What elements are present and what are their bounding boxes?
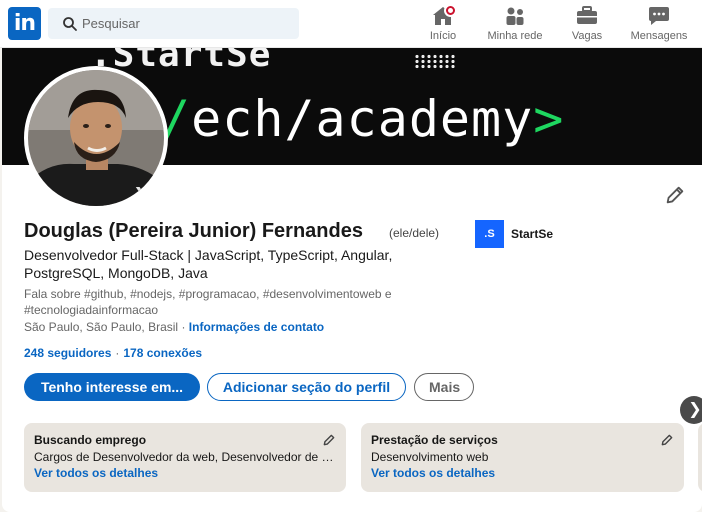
nav-messages-label: Mensagens — [630, 30, 688, 42]
add-profile-section-button[interactable]: Adicionar seção do perfil — [207, 373, 406, 401]
company-logo: .S — [475, 220, 504, 248]
nav-my-network-label: Minha rede — [487, 30, 543, 42]
location-separator: · — [178, 320, 189, 334]
cover-suffix: > — [533, 90, 565, 148]
providing-services-card: Prestação de serviços Desenvolvimento we… — [361, 423, 684, 492]
profile-pronouns: (ele/dele) — [389, 226, 440, 240]
nav-home[interactable]: Início — [418, 4, 468, 44]
profile-card: .StartSe /ech/academy> Y Douglas (Pereir… — [2, 48, 702, 512]
notification-badge — [444, 4, 457, 17]
avatar-photo: Y — [28, 70, 164, 206]
cover-academy-text: /ech/academy> — [160, 90, 564, 148]
open-to-work-text: Cargos de Desenvolvedor da web, Desenvol… — [34, 450, 336, 464]
providing-services-title: Prestação de serviços — [371, 433, 498, 447]
edit-services-pencil-icon[interactable] — [660, 433, 674, 447]
profile-talks-about: Fala sobre #github, #nodejs, #programaca… — [24, 287, 392, 317]
svg-text:Y: Y — [135, 184, 150, 205]
next-info-card-peek — [698, 423, 702, 492]
open-to-work-details-link[interactable]: Ver todos os detalhes — [34, 466, 158, 480]
nav-messages[interactable]: Mensagens — [628, 4, 690, 44]
open-to-button[interactable]: Tenho interesse em... — [24, 373, 200, 401]
search-icon — [63, 17, 77, 31]
nav-my-network[interactable]: Minha rede — [484, 4, 546, 44]
message-icon — [649, 7, 669, 25]
nav-jobs[interactable]: Vagas — [562, 4, 612, 44]
open-to-work-title: Buscando emprego — [34, 433, 147, 447]
briefcase-icon — [577, 6, 597, 24]
profile-avatar[interactable]: Y — [24, 66, 168, 210]
providing-services-text: Desenvolvimento web — [371, 450, 489, 464]
profile-network-row: 248 seguidores · 178 conexões — [24, 346, 202, 360]
people-icon — [506, 7, 524, 25]
connections-link[interactable]: 178 conexões — [123, 346, 202, 360]
top-nav: in Início Minha rede Vagas — [0, 0, 702, 48]
profile-location: São Paulo, São Paulo, Brasil — [24, 320, 179, 334]
followers-link[interactable]: 248 seguidores — [24, 346, 111, 360]
current-company[interactable]: .S StartSe — [475, 220, 553, 248]
open-to-work-card: Buscando emprego Cargos de Desenvolvedor… — [24, 423, 346, 492]
providing-services-details-link[interactable]: Ver todos os detalhes — [371, 466, 495, 480]
profile-name: Douglas (Pereira Junior) Fernandes — [24, 220, 363, 242]
nav-jobs-label: Vagas — [571, 30, 603, 42]
linkedin-logo[interactable]: in — [8, 7, 41, 40]
cover-word: ech/academy — [191, 90, 534, 148]
contact-info-link[interactable]: Informações de contato — [189, 320, 324, 334]
more-button[interactable]: Mais — [414, 373, 474, 401]
profile-headline: Desenvolvedor Full-Stack | JavaScript, T… — [24, 247, 393, 281]
edit-intro-pencil-icon[interactable] — [664, 184, 686, 206]
carousel-next-button[interactable]: ❯ — [680, 396, 702, 424]
network-separator: · — [115, 346, 120, 360]
search-input[interactable] — [82, 8, 292, 39]
nav-home-label: Início — [429, 30, 457, 42]
company-name: StartSe — [511, 227, 554, 241]
profile-location-row: São Paulo, São Paulo, Brasil · Informaçõ… — [24, 320, 324, 334]
search-box[interactable] — [48, 8, 299, 39]
edit-open-to-work-pencil-icon[interactable] — [322, 433, 336, 447]
cover-dot-pattern — [414, 54, 456, 70]
